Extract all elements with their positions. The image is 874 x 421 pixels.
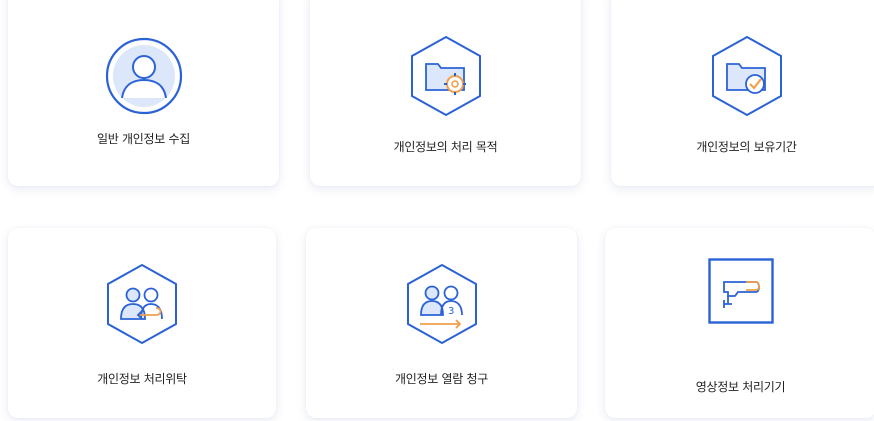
card-label: 개인정보 열람 청구: [395, 372, 488, 386]
card-label: 개인정보의 보유기간: [696, 140, 797, 154]
folder-clock-check-icon: [709, 34, 785, 122]
card-video-devices[interactable]: 영상정보 처리기기: [605, 228, 874, 418]
card-access-request[interactable]: 3 개인정보 열람 청구: [306, 228, 577, 418]
users-request-icon: 3: [404, 262, 480, 350]
card-label: 개인정보의 처리 목적: [393, 140, 498, 154]
svg-text:3: 3: [448, 306, 454, 317]
card-label: 영상정보 처리기기: [695, 380, 786, 394]
card-processing-delegation[interactable]: 개인정보 처리위탁: [8, 228, 276, 418]
user-profile-icon: [104, 36, 184, 120]
card-processing-purpose[interactable]: 개인정보의 처리 목적: [310, 0, 581, 186]
card-retention-period[interactable]: 개인정보의 보유기간: [611, 0, 874, 186]
card-personal-info-collection[interactable]: 일반 개인정보 수집: [8, 0, 279, 186]
card-label: 개인정보 처리위탁: [97, 372, 187, 386]
cctv-camera-icon: [707, 258, 774, 328]
users-delegate-icon: [104, 262, 180, 350]
card-label: 일반 개인정보 수집: [97, 132, 190, 146]
folder-gear-icon: [408, 34, 484, 122]
